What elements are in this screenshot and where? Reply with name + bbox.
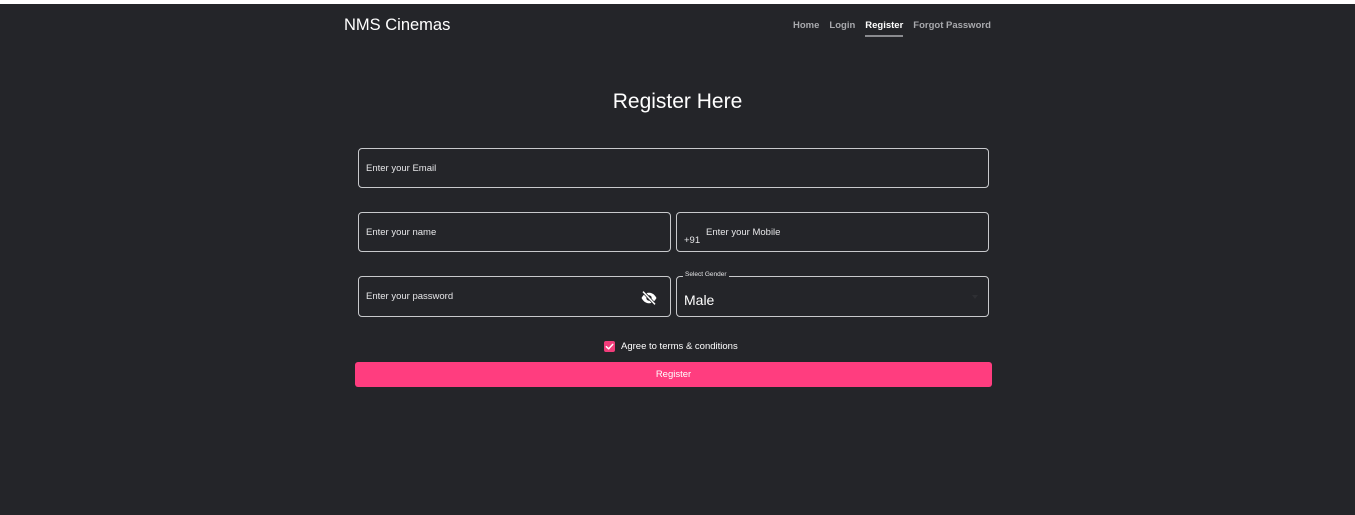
app-container: NMS Cinemas Home Login Register Forgot P… [0,4,1355,515]
mobile-input[interactable] [706,227,966,238]
eye-off-icon[interactable] [640,289,658,307]
gender-select-label: Select Gender [683,271,729,278]
name-input[interactable] [366,227,637,238]
gender-select[interactable]: Select Gender Male [676,271,989,317]
email-field [358,148,989,188]
nav-register[interactable]: Register [865,20,904,37]
check-icon [605,343,614,350]
register-button[interactable]: Register [355,362,992,387]
email-input[interactable] [366,163,955,174]
password-field [358,276,671,317]
terms-row: Agree to terms & conditions [604,341,738,352]
page-title: Register Here [612,90,743,113]
brand-title: NMS Cinemas [344,16,451,34]
country-code-prefix: +91 [684,235,701,246]
nav-login[interactable]: Login [829,20,855,37]
nav-home[interactable]: Home [793,20,819,37]
chevron-down-icon [972,295,978,299]
top-nav: Home Login Register Forgot Password [793,20,1001,37]
password-input[interactable] [366,291,637,302]
gender-selected-value: Male [684,292,715,308]
name-field [358,212,671,252]
terms-label: Agree to terms & conditions [621,341,738,352]
mobile-field: +91 [676,212,989,252]
terms-checkbox[interactable] [604,341,615,352]
nav-forgot-password[interactable]: Forgot Password [913,20,991,37]
